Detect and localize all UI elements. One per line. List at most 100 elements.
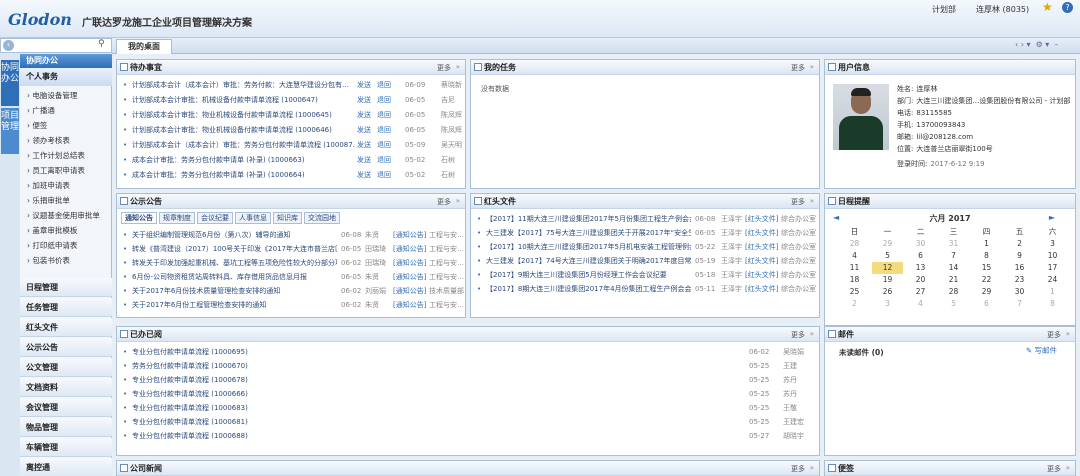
calendar-day[interactable]: 24 [1037, 274, 1068, 286]
calendar-day[interactable]: 7 [938, 250, 969, 262]
collapse-icon[interactable]: ‹ [3, 40, 14, 51]
calendar-day[interactable]: 23 [1004, 274, 1035, 286]
todo-title-text[interactable]: 成本会计审批：劳务分包付款申请单 (补录) (1000663) [132, 154, 354, 167]
redfile-row[interactable]: • 大三建发【2017】74号大连三川建设集团关于明确2017年度目常… 05-19… [477, 255, 816, 268]
send-link[interactable]: 发送 [357, 139, 371, 152]
calendar-day[interactable]: 1 [1037, 286, 1068, 298]
calendar-day[interactable]: 18 [839, 274, 870, 286]
calendar-day[interactable]: 30 [905, 238, 936, 250]
todo-title-text[interactable]: 计划部成本会计审批：物业机械设备付款申请单流程 (1000645) [132, 109, 354, 122]
help-icon[interactable]: ? [1062, 2, 1073, 13]
calendar-day[interactable]: 12 [872, 262, 903, 274]
more-arrow-icon[interactable]: » [810, 63, 814, 71]
calendar-day[interactable]: 20 [905, 274, 936, 286]
calendar-day[interactable]: 5 [938, 298, 969, 310]
notice-category[interactable]: [通知公告] [393, 271, 426, 284]
notice-category[interactable]: [通知公告] [393, 257, 426, 270]
calendar-day[interactable]: 6 [971, 298, 1002, 310]
todo-row[interactable]: • 计划部成本会计审批：机械设备付款申请单流程 (1000647) 发送 退回 06-0… [123, 94, 461, 107]
vtab-collab-office[interactable]: 协同办公 [1, 60, 19, 106]
nav-subsection-title[interactable]: 个人事务 [20, 68, 112, 86]
calendar-day[interactable]: 26 [872, 286, 903, 298]
favorite-star-icon[interactable]: ★ [1042, 0, 1053, 14]
search-icon[interactable]: ⚲ [98, 39, 105, 49]
calendar-day[interactable]: 19 [872, 274, 903, 286]
done-row[interactable]: • 专业分包付款申请单流程 (1000678) 05-25 苏丹 [123, 374, 815, 387]
notice-title-text[interactable]: 6月份-公司物资租赁站周转料具、库存借用货品信息月报 [132, 271, 337, 284]
nav-category[interactable]: 公示公告 [20, 338, 112, 357]
return-link[interactable]: 退回 [377, 79, 391, 92]
done-row[interactable]: • 劳务分包付款申请单流程 (1000670) 05-25 王建 [123, 360, 815, 373]
nav-item[interactable]: › 领办考核表 [20, 134, 112, 147]
calendar-day[interactable]: 9 [1004, 250, 1035, 262]
calendar-day[interactable]: 2 [1004, 238, 1035, 250]
done-title-text[interactable]: 专业分包付款申请单流程 (1000678) [132, 374, 248, 387]
nav-category[interactable]: 物品管理 [20, 418, 112, 437]
nav-category[interactable]: 日程管理 [20, 278, 112, 297]
calendar-day[interactable]: 28 [839, 238, 870, 250]
calendar-day[interactable]: 28 [938, 286, 969, 298]
tasks-more-link[interactable]: 更多 [791, 63, 805, 73]
calendar-day[interactable]: 8 [971, 250, 1002, 262]
redfile-category[interactable]: [红头文件] [745, 241, 778, 254]
nav-category[interactable]: 公文管理 [20, 358, 112, 377]
nav-item[interactable]: › 工作计划总结表 [20, 149, 112, 162]
calendar-day[interactable]: 4 [839, 250, 870, 262]
tab-tools[interactable]: ‹ › ▾ ⚙ ▾ – [1015, 40, 1058, 49]
notice-subtab[interactable]: 人事信息 [235, 212, 271, 224]
done-row[interactable]: • 专业分包付款申请单流程 (1000681) 05-25 王建宏 [123, 416, 815, 429]
notice-title-text[interactable]: 关于组织编制管理规范6月份（第八次）辅导的通知 [132, 229, 337, 242]
redfile-category[interactable]: [红头文件] [745, 227, 778, 240]
calendar-day[interactable]: 15 [971, 262, 1002, 274]
redfile-category[interactable]: [红头文件] [745, 283, 778, 296]
done-more-link[interactable]: 更多 [791, 330, 805, 340]
notice-title-text[interactable]: 关于2017年6月份技术质量管理检查安排的通知 [132, 285, 337, 298]
notice-title-text[interactable]: 关于2017年6月份工程管理检查安排的通知 [132, 299, 337, 312]
write-mail-link[interactable]: ✎ 写邮件 [1026, 345, 1057, 356]
redfile-title-text[interactable]: 【2017】11期大连三川建设集团2017年5月份集团工程生产例会会… [486, 213, 691, 226]
nav-item[interactable]: › 包装书价表 [20, 254, 112, 267]
calendar-day[interactable]: 2 [839, 298, 870, 310]
more-arrow-icon[interactable]: » [1066, 330, 1070, 338]
done-title-text[interactable]: 专业分包付款申请单流程 (1000683) [132, 402, 248, 415]
unread-mail[interactable]: 未读邮件 (0) [839, 347, 884, 358]
mail-more-link[interactable]: 更多 [1047, 330, 1061, 340]
redfile-more-link[interactable]: 更多 [791, 197, 805, 207]
done-row[interactable]: • 专业分包付款申请单流程 (1000695) 06-02 吴晓娟 [123, 346, 815, 359]
send-link[interactable]: 发送 [357, 109, 371, 122]
send-link[interactable]: 发送 [357, 154, 371, 167]
done-title-text[interactable]: 专业分包付款申请单流程 (1000681) [132, 416, 248, 429]
done-title-text[interactable]: 专业分包付款申请单流程 (1000688) [132, 430, 248, 443]
send-link[interactable]: 发送 [357, 79, 371, 92]
nav-category[interactable]: 文档资料 [20, 378, 112, 397]
calendar-day[interactable]: 8 [1037, 298, 1068, 310]
nav-category[interactable]: 车辆管理 [20, 438, 112, 457]
redfile-title-text[interactable]: 大三建发【2017】74号大连三川建设集团关于明确2017年度目常… [486, 255, 691, 268]
nav-item[interactable]: › 盖章审批模板 [20, 224, 112, 237]
todo-row[interactable]: • 计划部成本会计（成本会计）审批：劳务分包付款申请单流程 (100087… 发送退… [123, 139, 462, 152]
nav-item[interactable]: › 打印纸申请表 [20, 239, 112, 252]
nav-item[interactable]: › 电脑设备管理 [20, 89, 112, 102]
nav-item[interactable]: › 广播通 [20, 104, 112, 117]
redfile-row[interactable]: • 【2017】11期大连三川建设集团2017年5月份集团工程生产例会会… 06-0… [477, 213, 816, 226]
sidebar-search-input[interactable] [0, 38, 112, 53]
calendar-day[interactable]: 4 [905, 298, 936, 310]
nav-item[interactable]: › 便签 [20, 119, 112, 132]
return-link[interactable]: 退回 [377, 154, 391, 167]
todo-row[interactable]: • 计划部成本会计审批：物业机械设备付款申请单流程 (1000646) 发送 退回 06… [123, 124, 462, 137]
nav-category[interactable]: 会议管理 [20, 398, 112, 417]
done-title-text[interactable]: 专业分包付款申请单流程 (1000666) [132, 388, 248, 401]
calendar-day[interactable]: 30 [1004, 286, 1035, 298]
done-title-text[interactable]: 专业分包付款申请单流程 (1000695) [132, 346, 248, 359]
todo-row[interactable]: • 成本会计审批：劳务分包付款申请单 (补录) (1000664) 发送 退回 05-0… [123, 169, 461, 182]
nav-item[interactable]: › 乐捐审批单 [20, 194, 112, 207]
todo-row[interactable]: • 计划部成本会计审批：物业机械设备付款申请单流程 (1000645) 发送 退回 06… [123, 109, 462, 122]
more-arrow-icon[interactable]: » [456, 197, 460, 205]
todo-more-link[interactable]: 更多 [437, 63, 451, 73]
more-arrow-icon[interactable]: » [810, 464, 814, 472]
news-more-link[interactable]: 更多 [791, 464, 805, 474]
redfile-category[interactable]: [红头文件] [745, 213, 778, 226]
done-row[interactable]: • 专业分包付款申请单流程 (1000683) 05-25 王敬 [123, 402, 815, 415]
calendar-day[interactable]: 21 [938, 274, 969, 286]
calendar-day[interactable]: 10 [1037, 250, 1068, 262]
